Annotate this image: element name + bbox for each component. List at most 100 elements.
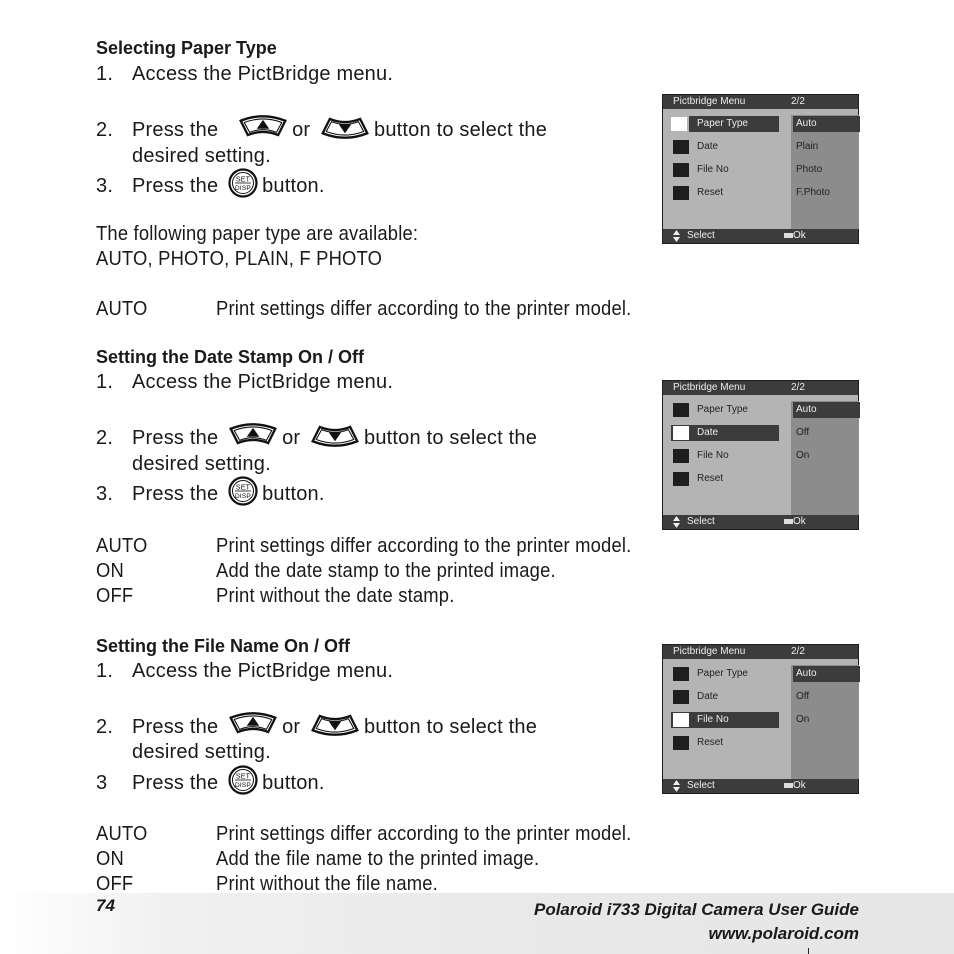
menu-item-label: File No xyxy=(697,164,729,175)
definition-desc: Add the file name to the printed image. xyxy=(216,848,540,870)
guide-title: Polaroid i733 Digital Camera User Guide xyxy=(533,900,859,919)
note-line: The following paper type are available: xyxy=(96,223,446,246)
option-label: Off xyxy=(796,427,810,438)
option-on[interactable]: On xyxy=(793,448,860,464)
menu-item-reset[interactable]: Reset xyxy=(671,185,779,201)
option-photo[interactable]: Photo xyxy=(793,162,860,178)
screen-title-bar: Pictbridge Menu 2/2 xyxy=(663,381,858,395)
definition-row: AUTO Print settings differ according to t… xyxy=(96,298,668,321)
screen-title-bar: Pictbridge Menu 2/2 xyxy=(663,645,858,659)
set-disp-button-icon xyxy=(228,168,258,198)
reset-icon xyxy=(673,472,689,486)
menu-item-date[interactable]: Date xyxy=(671,425,779,441)
screen-title-bar: Pictbridge Menu 2/2 xyxy=(663,95,858,109)
step-number: 1. xyxy=(96,371,114,393)
menu-item-label: Date xyxy=(697,691,719,702)
step-2: 2. Press the or button to select the xyxy=(96,119,547,142)
option-on[interactable]: On xyxy=(793,712,860,728)
definition-desc: Add the date stamp to the printed image. xyxy=(216,560,556,582)
down-arrow-button-icon xyxy=(310,712,360,736)
option-off[interactable]: Off xyxy=(793,689,860,705)
screen-footer-select: Select xyxy=(687,780,715,791)
up-down-arrows-icon xyxy=(673,230,680,242)
menu-item-date[interactable]: Date xyxy=(671,689,779,705)
option-auto[interactable]: Auto xyxy=(793,116,860,132)
step-text: Press the xyxy=(132,483,219,505)
option-plain[interactable]: Plain xyxy=(793,139,860,155)
option-label: Auto xyxy=(796,668,817,679)
option-f-photo[interactable]: F.Photo xyxy=(793,185,860,201)
menu-item-label: Reset xyxy=(697,187,724,198)
website-link[interactable]: www.polaroid.com xyxy=(709,924,860,944)
step-number: 1. xyxy=(96,63,114,85)
menu-item-label: File No xyxy=(697,714,729,725)
clock-icon xyxy=(673,426,689,440)
menu-item-label: Paper Type xyxy=(697,404,748,415)
definition-row: AUTO Print settings differ according to t… xyxy=(96,535,668,558)
step-number: 2. xyxy=(96,427,114,449)
menu-item-label: Reset xyxy=(697,737,724,748)
menu-item-file-no[interactable]: File No xyxy=(671,162,779,178)
step-3: 3. Press the button. xyxy=(96,483,325,506)
definition-desc: Print settings differ according to the p… xyxy=(216,535,632,557)
option-auto[interactable]: Auto xyxy=(793,666,860,682)
step-number: 3 xyxy=(96,772,108,794)
down-arrow-button-icon xyxy=(320,115,370,139)
step-number: 3. xyxy=(96,175,114,197)
set-key-icon xyxy=(784,233,793,238)
step-text: or xyxy=(292,119,311,141)
option-auto[interactable]: Auto xyxy=(793,402,860,418)
step-text: or xyxy=(282,427,301,449)
definition-row: ON Add the file name to the printed image… xyxy=(96,848,567,871)
step-2: 2. Press the or button to select the xyxy=(96,427,537,450)
menu-item-reset[interactable]: Reset xyxy=(671,735,779,751)
step-text: Press the xyxy=(132,427,219,449)
menu-item-date[interactable]: Date xyxy=(671,139,779,155)
set-key-icon xyxy=(784,519,793,524)
step-text: button. xyxy=(262,772,325,794)
note-text: The following paper type are available: xyxy=(96,223,419,245)
step-3: 3. Press the button. xyxy=(96,175,325,198)
menu-item-label: Date xyxy=(697,427,719,438)
paper-type-icon xyxy=(673,667,689,681)
pictbridge-menu-screen: Pictbridge Menu 2/2 Paper Type Date File… xyxy=(662,380,860,530)
step-text: desired setting. xyxy=(132,741,271,763)
definition-row: OFF Print without the date stamp. xyxy=(96,585,475,608)
definition-term: AUTO xyxy=(96,535,148,557)
definition-term: AUTO xyxy=(96,298,148,320)
section-heading-file-name: Setting the File Name On / Off xyxy=(96,636,351,656)
step-text: Press the xyxy=(132,716,219,738)
screen-footer-ok: Ok xyxy=(793,230,806,241)
menu-item-paper-type[interactable]: Paper Type xyxy=(671,116,779,132)
set-key-icon xyxy=(784,783,793,788)
screen-footer-bar: Select Ok xyxy=(663,229,858,243)
option-off[interactable]: Off xyxy=(793,425,860,441)
file-number-icon xyxy=(673,713,689,727)
step-text: Press the xyxy=(132,772,219,794)
menu-item-paper-type[interactable]: Paper Type xyxy=(671,666,779,682)
screen-footer-ok: Ok xyxy=(793,516,806,527)
screen-footer-bar: Select Ok xyxy=(663,515,858,529)
step-number: 2. xyxy=(96,716,114,738)
step-text: Access the PictBridge menu. xyxy=(132,63,394,85)
page-number: 74 xyxy=(96,896,115,915)
step-text: button to select the xyxy=(364,427,538,449)
up-arrow-button-icon xyxy=(238,115,288,139)
step-3: 3 Press the button. xyxy=(96,772,325,795)
menu-item-file-no[interactable]: File No xyxy=(671,712,779,728)
menu-item-reset[interactable]: Reset xyxy=(671,471,779,487)
step-text: Access the PictBridge menu. xyxy=(132,371,394,393)
set-disp-button-icon xyxy=(228,765,258,795)
paper-type-icon xyxy=(673,403,689,417)
menu-item-label: Paper Type xyxy=(697,668,748,679)
step-text: Access the PictBridge menu. xyxy=(132,660,394,682)
menu-item-file-no[interactable]: File No xyxy=(671,448,779,464)
file-number-icon xyxy=(673,163,689,177)
step-number: 2. xyxy=(96,119,114,141)
menu-item-paper-type[interactable]: Paper Type xyxy=(671,402,779,418)
step-2-continued: desired setting. xyxy=(96,145,271,168)
screen-title: Pictbridge Menu xyxy=(673,646,746,657)
step-number: 3. xyxy=(96,483,114,505)
option-label: Photo xyxy=(796,164,823,175)
definition-term: AUTO xyxy=(96,823,148,845)
